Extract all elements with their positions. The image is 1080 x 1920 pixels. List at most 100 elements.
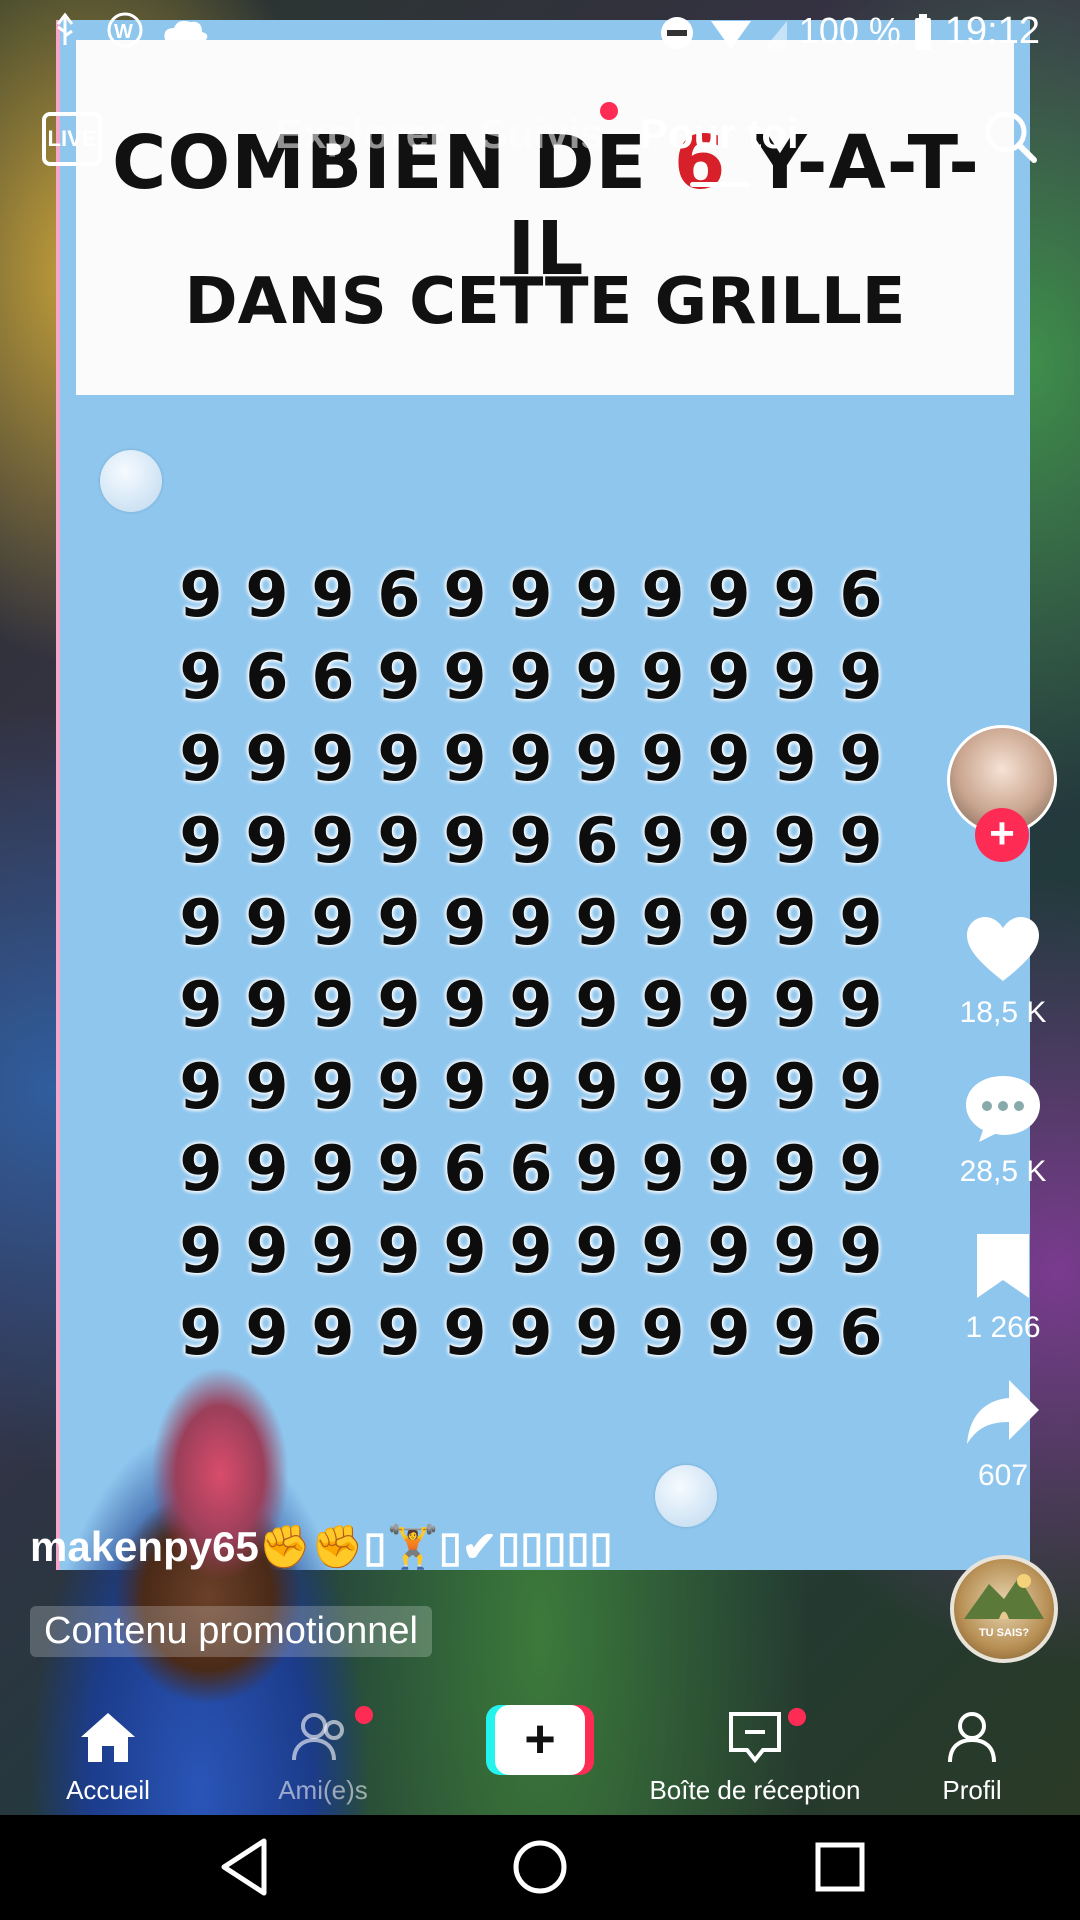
grid-digit: 6 [839, 1296, 883, 1369]
grid-digit: 9 [707, 968, 751, 1041]
grid-digit: 6 [377, 558, 421, 631]
grid-digit: 9 [575, 1132, 619, 1205]
grid-digit: 9 [509, 1214, 553, 1287]
bubble-decoration [655, 1465, 717, 1527]
save-button[interactable]: 1 266 [945, 1232, 1061, 1345]
grid-digit: 9 [641, 558, 685, 631]
grid-digit: 9 [377, 804, 421, 877]
grid-digit: 9 [245, 722, 289, 795]
inbox-notification-dot [788, 1708, 806, 1726]
grid-digit: 9 [773, 968, 817, 1041]
music-disc[interactable]: TU SAIS? [950, 1555, 1058, 1663]
puzzle-title-box: COMBIEN DE 6 Y-A-T-IL DANS CETTE GRILLE [76, 40, 1014, 395]
share-count: 607 [977, 1459, 1029, 1492]
grid-digit: 9 [377, 1132, 421, 1205]
music-disc-text: TU SAIS? [978, 1627, 1030, 1639]
grid-digit: 9 [839, 968, 883, 1041]
grid-digit: 9 [575, 1214, 619, 1287]
grid-digit: 9 [707, 1296, 751, 1369]
grid-digit: 9 [839, 804, 883, 877]
grid-digit: 9 [641, 1132, 685, 1205]
video-frame[interactable]: COMBIEN DE 6 Y-A-T-IL DANS CETTE GRILLE … [56, 20, 1030, 1570]
back-icon[interactable] [212, 1835, 276, 1899]
grid-digit: 9 [509, 558, 553, 631]
search-icon[interactable] [980, 106, 1040, 166]
grid-digit: 6 [443, 1132, 487, 1205]
grid-digit: 6 [311, 640, 355, 713]
home-nav-icon[interactable] [508, 1835, 572, 1899]
grid-digit: 9 [707, 558, 751, 631]
recents-icon[interactable] [808, 1835, 872, 1899]
friends-notification-dot [355, 1706, 373, 1724]
grid-digit: 9 [773, 1214, 817, 1287]
grid-digit: 9 [641, 886, 685, 959]
android-nav-bar [0, 1815, 1080, 1920]
grid-digit: 9 [179, 640, 223, 713]
grid-digit: 9 [245, 886, 289, 959]
grid-digit: 9 [575, 558, 619, 631]
grid-digit: 9 [839, 722, 883, 795]
grid-digit: 9 [773, 640, 817, 713]
tab-friends-label: Ami(e)s [278, 1775, 368, 1805]
grid-digit: 9 [773, 722, 817, 795]
grid-digit: 9 [575, 968, 619, 1041]
status-bar: W 100 % 19:12 [0, 0, 1080, 60]
active-tab-indicator [690, 182, 750, 187]
tab-profile-label: Profil [942, 1775, 1002, 1805]
tab-suivis[interactable]: Suivis [480, 110, 604, 158]
create-button[interactable]: + [486, 1705, 594, 1775]
grid-digit: 9 [509, 640, 553, 713]
like-button[interactable]: 18,5 K [945, 915, 1061, 1030]
grid-digit: 9 [311, 1050, 355, 1123]
grid-digit: 9 [443, 1214, 487, 1287]
grid-digit: 9 [311, 558, 355, 631]
grid-digit: 6 [839, 558, 883, 631]
grid-digit: 9 [443, 722, 487, 795]
grid-digit: 9 [773, 1296, 817, 1369]
comment-icon [966, 1076, 1040, 1142]
grid-digit: 9 [311, 1132, 355, 1205]
tab-friends[interactable]: Ami(e)s [243, 1706, 403, 1806]
grid-digit: 9 [641, 968, 685, 1041]
grid-digit: 9 [377, 886, 421, 959]
grid-digit: 9 [179, 558, 223, 631]
share-arrow-icon [967, 1380, 1039, 1444]
friends-icon [292, 1713, 344, 1761]
grid-digit: 9 [509, 968, 553, 1041]
status-left-icons: W [50, 10, 220, 59]
grid-digit: 9 [773, 886, 817, 959]
tab-home[interactable]: Accueil [28, 1710, 188, 1806]
grid-digit: 9 [311, 968, 355, 1041]
home-icon [81, 1713, 135, 1762]
grid-digit: 9 [179, 1050, 223, 1123]
tab-profile[interactable]: Profil [892, 1710, 1052, 1806]
grid-digit: 9 [377, 640, 421, 713]
live-button[interactable]: LIVE [42, 112, 102, 166]
grid-digit: 9 [641, 722, 685, 795]
creator-username[interactable]: makenpy65✊✊▯🏋▯✔▯▯▯▯▯ [30, 1522, 613, 1572]
comment-button[interactable]: 28,5 K [945, 1072, 1061, 1189]
bookmark-icon [977, 1234, 1029, 1298]
svg-text:W: W [114, 21, 133, 43]
grid-digit: 9 [311, 1296, 355, 1369]
tab-explorer[interactable]: Explorer [275, 110, 445, 158]
follow-plus-icon[interactable]: + [975, 808, 1029, 862]
promo-label: Contenu promotionnel [30, 1606, 432, 1657]
grid-digit: 9 [509, 1296, 553, 1369]
profile-icon [948, 1712, 996, 1763]
grid-digit: 9 [311, 886, 355, 959]
inbox-icon [729, 1712, 781, 1764]
share-button[interactable]: 607 [945, 1378, 1061, 1493]
notification-dot [600, 102, 618, 120]
grid-digit: 9 [377, 722, 421, 795]
grid-digit: 9 [839, 1214, 883, 1287]
grid-digit: 9 [377, 1296, 421, 1369]
tab-inbox[interactable]: Boîte de réception [645, 1708, 865, 1806]
grid-digit: 9 [443, 1050, 487, 1123]
landscape-logo-icon [964, 1574, 1044, 1619]
grid-digit: 9 [839, 1050, 883, 1123]
grid-digit: 9 [179, 886, 223, 959]
grid-digit: 9 [245, 1296, 289, 1369]
grid-digit: 9 [179, 968, 223, 1041]
tab-pour-toi[interactable]: Pour toi [640, 110, 799, 158]
